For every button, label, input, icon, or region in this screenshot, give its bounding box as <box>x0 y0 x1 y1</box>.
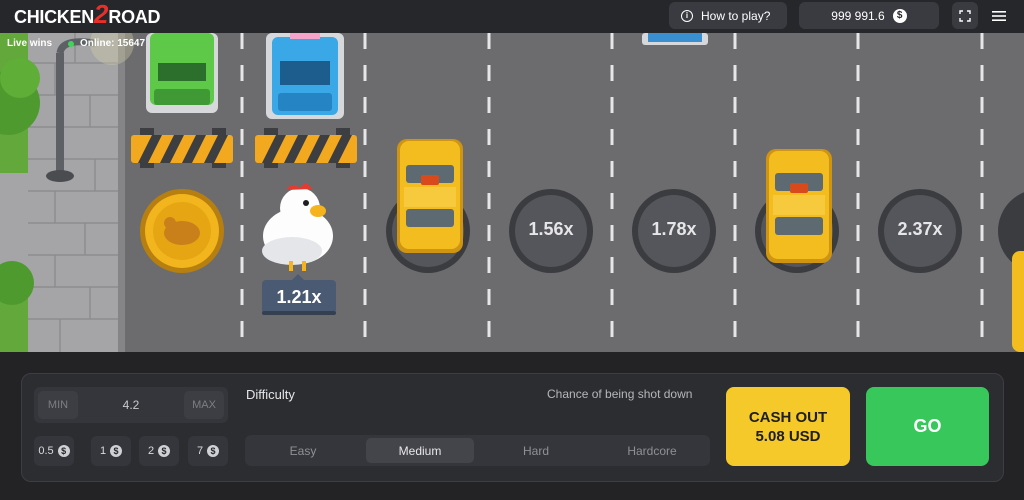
cash-out-amount: 5.08 USD <box>755 427 821 445</box>
logo-word-chicken: CHICKEN <box>14 6 94 27</box>
game-board[interactable]: Live wins Online: 15647 1.21x 1.56x 1.78… <box>0 33 1024 352</box>
dollar-icon: $ <box>57 445 70 457</box>
difficulty-label: Difficulty <box>246 387 295 402</box>
quick-bet-2[interactable]: 2 $ <box>139 436 179 466</box>
balance-value: 999 991.6 <box>831 8 885 23</box>
manhole-multiplier-2[interactable]: 1.78x <box>634 219 714 240</box>
dollar-icon: $ <box>110 445 123 457</box>
online-dot-icon <box>68 40 75 47</box>
blue-truck-top <box>642 33 708 45</box>
fullscreen-button[interactable] <box>952 2 978 29</box>
quick-bet-value: 2 <box>147 445 155 457</box>
green-truck <box>146 33 218 113</box>
menu-button[interactable] <box>988 5 1010 27</box>
manhole-multiplier-3[interactable]: 2.37x <box>880 219 960 240</box>
difficulty-tab-medium[interactable]: Medium <box>366 438 474 463</box>
difficulty-tab-hardcore[interactable]: Hardcore <box>598 438 706 463</box>
bet-amount-input[interactable]: 4.2 <box>80 391 182 419</box>
how-to-play-label: How to play? <box>701 8 771 23</box>
barrier-lane-1 <box>131 128 233 168</box>
difficulty-tab-hard[interactable]: Hard <box>482 438 590 463</box>
dollar-icon: $ <box>207 445 220 457</box>
blue-truck <box>266 33 344 119</box>
sidewalk-bricks <box>28 33 125 352</box>
logo-number: 2 <box>93 0 109 29</box>
max-bet-button[interactable]: MAX <box>184 391 224 419</box>
difficulty-tab-easy[interactable]: Easy <box>249 438 357 463</box>
top-bar: CHICKEN 2 ROAD i How to play? 999 991.6 … <box>0 0 1024 33</box>
min-bet-button[interactable]: MIN <box>38 391 78 419</box>
online-count: Online: 15647 <box>80 38 146 49</box>
quick-bet-value: 0.5 <box>38 445 54 457</box>
go-button[interactable]: GO <box>866 387 989 466</box>
fullscreen-icon <box>959 9 971 22</box>
logo-word-road: ROAD <box>108 6 161 27</box>
manhole-multiplier-1[interactable]: 1.56x <box>511 219 591 240</box>
taxi-car-2 <box>766 149 832 263</box>
cash-out-button[interactable]: CASH OUT 5.08 USD <box>726 387 850 466</box>
balance-display: 999 991.6 $ <box>799 2 939 29</box>
lane-markings <box>240 33 984 352</box>
quick-bet-value: 1 <box>99 445 107 457</box>
quick-bet-value: 7 <box>196 445 204 457</box>
quick-bet-7[interactable]: 7 $ <box>188 436 228 466</box>
quick-bet-1[interactable]: 1 $ <box>91 436 131 466</box>
taxi-car-edge <box>1012 251 1024 352</box>
cash-out-label: CASH OUT <box>748 408 828 426</box>
golden-manhole-coin <box>140 189 224 273</box>
road-scene <box>0 33 1024 352</box>
barrier-lane-2 <box>255 128 357 168</box>
hamburger-menu-icon <box>992 11 1006 21</box>
quick-bet-0-5[interactable]: 0.5 $ <box>34 436 74 466</box>
game-logo: CHICKEN 2 ROAD <box>14 1 161 29</box>
current-multiplier-label: 1.21x <box>276 287 322 307</box>
dollar-icon: $ <box>158 445 171 457</box>
how-to-play-button[interactable]: i How to play? <box>669 2 787 29</box>
taxi-car-1 <box>397 139 463 253</box>
live-wins-label: Live wins <box>7 38 53 49</box>
chance-label: Chance of being shot down <box>547 387 693 401</box>
dollar-icon: $ <box>892 8 907 23</box>
info-icon: i <box>681 9 693 22</box>
chicken-player <box>262 183 333 271</box>
live-wins-indicator: Live wins Online: 15647 <box>7 38 145 49</box>
